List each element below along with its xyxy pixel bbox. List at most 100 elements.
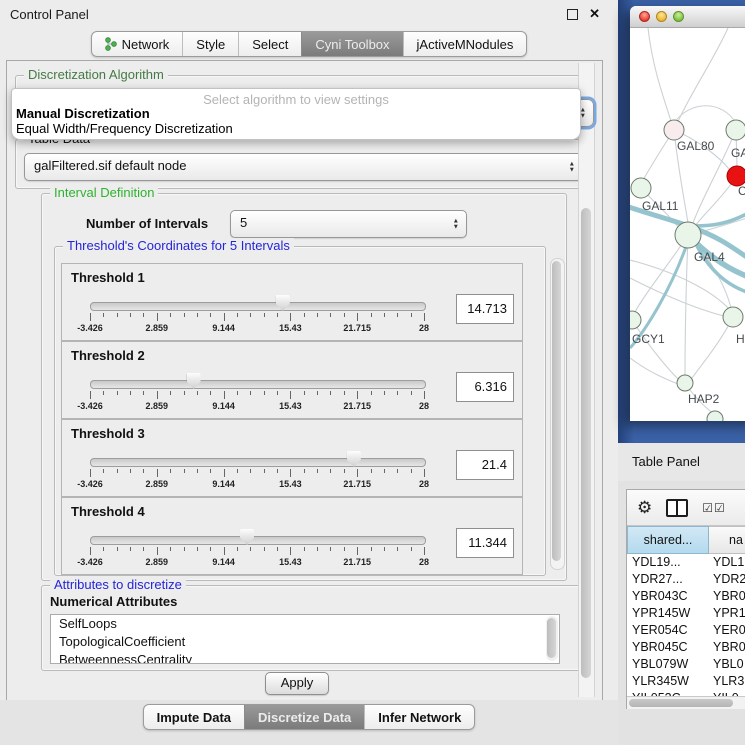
table-data-combobox-value: galFiltered.sif default node xyxy=(34,158,186,173)
thresholds-group-label: Threshold's Coordinates for 5 Intervals xyxy=(63,238,294,253)
minimize-traffic-light-icon[interactable] xyxy=(656,11,667,22)
table-panel-titlebar: Table Panel xyxy=(618,443,745,481)
network-node[interactable] xyxy=(630,311,641,329)
tab-impute-data[interactable]: Impute Data xyxy=(144,705,244,729)
tab-select[interactable]: Select xyxy=(238,32,301,56)
table-row[interactable]: YBR045CYBR0 xyxy=(627,639,745,656)
num-intervals-combobox[interactable]: 5 ▲▼ xyxy=(230,210,467,238)
dropdown-placeholder: Select algorithm to view settings xyxy=(12,92,580,107)
threshold-3-value-field[interactable]: 21.4 xyxy=(456,450,514,480)
network-node[interactable] xyxy=(677,375,693,391)
threshold-1-value-field[interactable]: 14.713 xyxy=(456,294,514,324)
cell-shared-name[interactable]: YBR043C xyxy=(627,588,709,605)
table-row[interactable]: YDR27...YDR2 xyxy=(627,571,745,588)
network-node-selected[interactable] xyxy=(727,166,745,186)
cell-name[interactable]: YPR1 xyxy=(709,605,745,622)
table-row[interactable]: YBR043CYBR0 xyxy=(627,588,745,605)
network-node[interactable] xyxy=(631,178,651,198)
cell-name[interactable]: YBL0 xyxy=(709,656,745,673)
split-table-icon[interactable] xyxy=(666,499,688,517)
table-toolbar: ⚙ ☑☑ xyxy=(627,490,745,526)
table-row[interactable]: YDL19...YDL1 xyxy=(627,554,745,571)
cell-name[interactable]: YBR0 xyxy=(709,588,745,605)
cell-shared-name[interactable]: YLR345W xyxy=(627,673,709,690)
attribute-item[interactable]: BetweennessCentrality xyxy=(51,651,559,664)
cell-name[interactable]: YER0 xyxy=(709,622,745,639)
tab-discretize-data[interactable]: Discretize Data xyxy=(244,705,364,729)
apply-button[interactable]: Apply xyxy=(265,672,329,695)
threshold-4-label: Threshold 4 xyxy=(71,504,145,519)
dropdown-option-equal-width[interactable]: Equal Width/Frequency Discretization xyxy=(16,121,233,136)
cell-name[interactable]: YBR0 xyxy=(709,639,745,656)
table-hscrollbar[interactable] xyxy=(627,696,745,709)
network-canvas[interactable]: GAL80 GA C GAL11 GAL4 GCY1 H HAP2 xyxy=(630,28,745,421)
combo-arrows-icon: ▲▼ xyxy=(569,162,575,173)
node-label: H xyxy=(736,332,745,346)
table-row[interactable]: YER054CYER0 xyxy=(627,622,745,639)
attributes-list[interactable]: SelfLoopsTopologicalCoefficientBetweenne… xyxy=(50,614,560,664)
slider-tick-labels: -3.4262.8599.14415.4321.71528 xyxy=(90,401,424,413)
tab-jactivemnodules[interactable]: jActiveMNodules xyxy=(403,32,527,56)
algorithm-dropdown-popup: Select algorithm to view settings Manual… xyxy=(11,88,581,140)
table-data-combobox[interactable]: galFiltered.sif default node ▲▼ xyxy=(24,153,583,181)
tab-style[interactable]: Style xyxy=(182,32,238,56)
column-header-shared-name[interactable]: shared... xyxy=(627,526,709,554)
table-panel-box: ⚙ ☑☑ shared... na YDL19...YDL1YDR27...YD… xyxy=(626,489,745,709)
cell-name[interactable]: YLR3 xyxy=(709,673,745,690)
tab-jactivemnodules-label: jActiveMNodules xyxy=(417,37,514,52)
attribute-item[interactable]: SelfLoops xyxy=(51,615,559,633)
interval-scrollbar-thumb[interactable] xyxy=(552,261,561,561)
cell-shared-name[interactable]: YDR27... xyxy=(627,571,709,588)
table-row[interactable]: YPR145WYPR1 xyxy=(627,605,745,622)
network-window-titlebar xyxy=(630,6,745,28)
interval-scrollbar[interactable] xyxy=(550,258,565,570)
table-row[interactable]: YLR345WYLR3 xyxy=(627,673,745,690)
zoom-traffic-light-icon[interactable] xyxy=(673,11,684,22)
node-label: GAL4 xyxy=(694,250,725,264)
tab-cyni-toolbox[interactable]: Cyni Toolbox xyxy=(301,32,402,56)
cell-name[interactable]: YDL1 xyxy=(709,554,745,571)
close-traffic-light-icon[interactable] xyxy=(639,11,650,22)
tab-cyni-toolbox-label: Cyni Toolbox xyxy=(315,37,389,52)
gear-icon[interactable]: ⚙ xyxy=(637,499,652,516)
threshold-2-slider-track[interactable] xyxy=(90,380,426,389)
dropdown-option-manual[interactable]: Manual Discretization xyxy=(16,106,150,121)
cell-shared-name[interactable]: YBR045C xyxy=(627,639,709,656)
threshold-4-slider-track[interactable] xyxy=(90,536,426,545)
threshold-2-value-field[interactable]: 6.316 xyxy=(456,372,514,402)
table-row[interactable]: YBL079WYBL0 xyxy=(627,656,745,673)
cell-shared-name[interactable]: YER054C xyxy=(627,622,709,639)
network-node[interactable] xyxy=(675,222,701,248)
table-hscrollbar-thumb[interactable] xyxy=(629,699,733,707)
column-header-name[interactable]: na xyxy=(709,526,745,554)
network-node[interactable] xyxy=(707,411,723,421)
control-panel: Control Panel ✕ Network Style Select Cyn… xyxy=(0,0,618,745)
table-panel-body: ⚙ ☑☑ shared... na YDL19...YDL1YDR27...YD… xyxy=(618,481,745,745)
panel-scrollbar[interactable] xyxy=(578,63,595,697)
tab-network-label: Network xyxy=(122,37,170,52)
tab-style-label: Style xyxy=(196,37,225,52)
slider-tick-labels: -3.4262.8599.14415.4321.71528 xyxy=(90,479,424,491)
cell-shared-name[interactable]: YBL079W xyxy=(627,656,709,673)
threshold-4-value-field[interactable]: 11.344 xyxy=(456,528,514,558)
network-node[interactable] xyxy=(664,120,684,140)
network-node[interactable] xyxy=(723,307,743,327)
select-columns-icon[interactable]: ☑☑ xyxy=(702,501,726,515)
attributes-scrollbar-thumb[interactable] xyxy=(547,618,556,658)
cell-shared-name[interactable]: YDL19... xyxy=(627,554,709,571)
attributes-scrollbar[interactable] xyxy=(546,616,558,661)
panel-scrollbar-thumb[interactable] xyxy=(581,208,591,678)
tab-network[interactable]: Network xyxy=(92,32,183,56)
threshold-3-slider-track[interactable] xyxy=(90,458,426,467)
threshold-1-slider-track[interactable] xyxy=(90,302,426,311)
node-label: C xyxy=(738,184,745,198)
close-icon[interactable]: ✕ xyxy=(589,6,600,22)
interval-definition-label: Interval Definition xyxy=(50,185,158,200)
float-window-icon[interactable] xyxy=(567,9,578,20)
attribute-item[interactable]: TopologicalCoefficient xyxy=(51,633,559,651)
cell-name[interactable]: YDR2 xyxy=(709,571,745,588)
table-panel-title: Table Panel xyxy=(632,454,700,469)
cell-shared-name[interactable]: YPR145W xyxy=(627,605,709,622)
tab-infer-network[interactable]: Infer Network xyxy=(364,705,474,729)
network-node[interactable] xyxy=(726,120,745,140)
